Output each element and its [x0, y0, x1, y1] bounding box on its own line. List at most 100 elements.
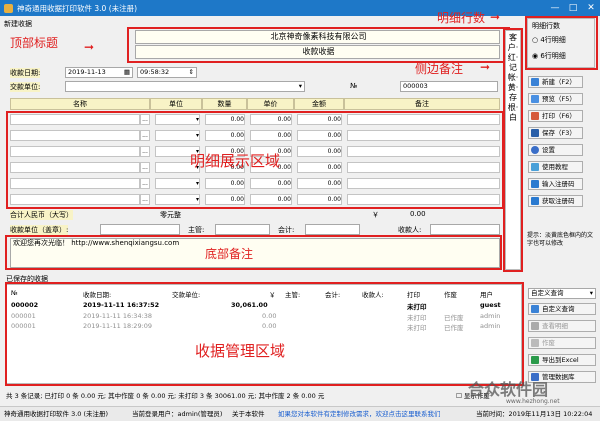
- total-label: 合计人民币（大写）: [10, 210, 73, 220]
- date-label: 收款日期:: [10, 68, 41, 78]
- number-label: №: [350, 82, 358, 90]
- print-button[interactable]: 打印（F6）: [528, 110, 583, 122]
- print-icon: [531, 112, 539, 120]
- get-code-button[interactable]: 获取注册码: [528, 195, 583, 207]
- void-button-label: 作废: [542, 339, 555, 347]
- settings-button[interactable]: 设置: [528, 144, 583, 156]
- preview-icon: [531, 95, 539, 103]
- preview-button-label: 预览（F5）: [542, 95, 576, 103]
- void-icon: [531, 339, 539, 347]
- preview-button[interactable]: 预览（F5）: [528, 93, 583, 105]
- print-button-label: 打印（F6）: [542, 112, 576, 120]
- window-title: 神奇通用收据打印软件 3.0 (未注册): [17, 3, 138, 13]
- seal-label: 收款单位（盖章）:: [10, 225, 69, 235]
- key-icon: [531, 197, 539, 205]
- minimize-button[interactable]: —: [546, 0, 564, 16]
- book-icon: [531, 163, 539, 171]
- excel-icon: [531, 356, 539, 364]
- hint-text: 提示：淡黄底色框内的文字也可以修改: [527, 232, 594, 247]
- new-icon: [531, 78, 539, 86]
- new-receipt-heading: 新建收据: [4, 20, 32, 28]
- watermark-logo: 合众软件园: [468, 380, 549, 399]
- calendar-icon[interactable]: ▦: [124, 68, 130, 77]
- side-note-highlight-box: [503, 28, 523, 272]
- accountant-field[interactable]: [305, 224, 360, 235]
- top-title-arrow-icon: ➞: [84, 40, 95, 54]
- key-icon: [531, 180, 539, 188]
- receiver-label: 收款人:: [398, 226, 422, 234]
- contact-link[interactable]: 如果您对本软件有定制修改需求，欢迎点击这里联系我们: [278, 407, 441, 421]
- data-area-highlight-box: [5, 282, 524, 386]
- detail-area-annotation: 明细展示区域: [190, 152, 281, 170]
- view-detail-button[interactable]: 查看明细: [528, 320, 596, 332]
- watermark-url: www.hezhong.net: [506, 398, 560, 405]
- top-title-annotation: 顶部标题: [10, 36, 59, 50]
- total-value: 0.00: [410, 210, 426, 218]
- receiver-field[interactable]: [430, 224, 500, 235]
- manager-label: 主管:: [188, 226, 205, 234]
- header-unit: 单位: [150, 98, 202, 110]
- total-upper: 零元整: [160, 211, 181, 219]
- detail-rows-arrow-icon: ➞: [490, 10, 501, 24]
- bottom-note-highlight-box: [5, 235, 502, 270]
- title-bar: 神奇通用收据打印软件 3.0 (未注册) — □ ✕: [0, 0, 600, 16]
- header-remark: 备注: [344, 98, 500, 110]
- payer-label: 交款单位:: [10, 82, 41, 92]
- save-button[interactable]: 保存（F3）: [528, 127, 583, 139]
- about-link[interactable]: 关于本软件: [232, 407, 265, 421]
- custom-query-label: 自定义查询: [542, 305, 575, 313]
- gear-icon: [531, 146, 539, 154]
- export-excel-button[interactable]: 导出到Excel: [528, 354, 596, 366]
- date-picker[interactable]: 2019-11-13 ▦: [65, 67, 133, 78]
- save-button-label: 保存（F3）: [542, 129, 576, 137]
- status-user: 当前登录用户：admin(管理员): [132, 410, 223, 418]
- settings-button-label: 设置: [542, 146, 555, 154]
- accountant-label: 会计:: [278, 226, 295, 234]
- enter-code-button[interactable]: 输入注册码: [528, 178, 583, 190]
- new-button-label: 新建（F2）: [542, 78, 576, 86]
- bottom-note-annotation: 底部备注: [205, 247, 254, 261]
- title-highlight-box: [127, 27, 510, 63]
- tutorial-button[interactable]: 使用教程: [528, 161, 583, 173]
- yen-sign: ￥: [372, 211, 379, 219]
- receipt-number-field[interactable]: 000003: [400, 81, 498, 92]
- export-excel-label: 导出到Excel: [542, 356, 579, 364]
- chevron-down-icon[interactable]: ▾: [299, 82, 302, 91]
- side-note-annotation: 侧边备注: [415, 62, 464, 76]
- chevron-down-icon[interactable]: ▾: [590, 289, 593, 298]
- manager-field[interactable]: [215, 224, 270, 235]
- enter-code-button-label: 输入注册码: [542, 180, 575, 188]
- header-amount: 金额: [294, 98, 344, 110]
- tutorial-button-label: 使用教程: [542, 163, 568, 171]
- save-icon: [531, 129, 539, 137]
- header-price: 单价: [247, 98, 294, 110]
- query-select-value: 自定义查询: [531, 289, 564, 297]
- seal-field[interactable]: [100, 224, 180, 235]
- status-bar: 神奇通用收据打印软件 3.0 (未注册) 当前登录用户：admin(管理员) 关…: [0, 406, 600, 421]
- app-icon: [4, 3, 13, 13]
- spinner-icon[interactable]: ⇕: [189, 68, 194, 77]
- view-icon: [531, 322, 539, 330]
- header-qty: 数量: [202, 98, 247, 110]
- date-value: 2019-11-13: [68, 68, 106, 76]
- side-note-arrow-icon: ➞: [480, 60, 491, 74]
- custom-query-button[interactable]: 自定义查询: [528, 303, 596, 315]
- payer-select[interactable]: ▾: [65, 81, 305, 92]
- query-select[interactable]: 自定义查询 ▾: [528, 288, 596, 299]
- summary-text: 共 3 条记录; 已打印 0 条 0.00 元; 其中作废 0 条 0.00 元…: [6, 392, 325, 400]
- rows-group-highlight-box: [525, 16, 598, 70]
- search-icon: [531, 305, 539, 313]
- data-area-annotation: 收据管理区域: [195, 342, 286, 360]
- time-field[interactable]: 09:58:32 ⇕: [137, 67, 197, 78]
- header-name: 名称: [10, 98, 150, 110]
- get-code-button-label: 获取注册码: [542, 197, 575, 205]
- status-time: 当前时间：2019年11月13日 10:22:04: [476, 410, 593, 418]
- view-detail-label: 查看明细: [542, 322, 568, 330]
- void-button[interactable]: 作废: [528, 337, 596, 349]
- maximize-button[interactable]: □: [564, 0, 582, 16]
- close-button[interactable]: ✕: [582, 0, 600, 16]
- new-button[interactable]: 新建（F2）: [528, 76, 583, 88]
- time-value: 09:58:32: [140, 68, 170, 76]
- detail-rows-annotation: 明细行数: [437, 11, 486, 25]
- status-app: 神奇通用收据打印软件 3.0 (未注册): [4, 410, 109, 418]
